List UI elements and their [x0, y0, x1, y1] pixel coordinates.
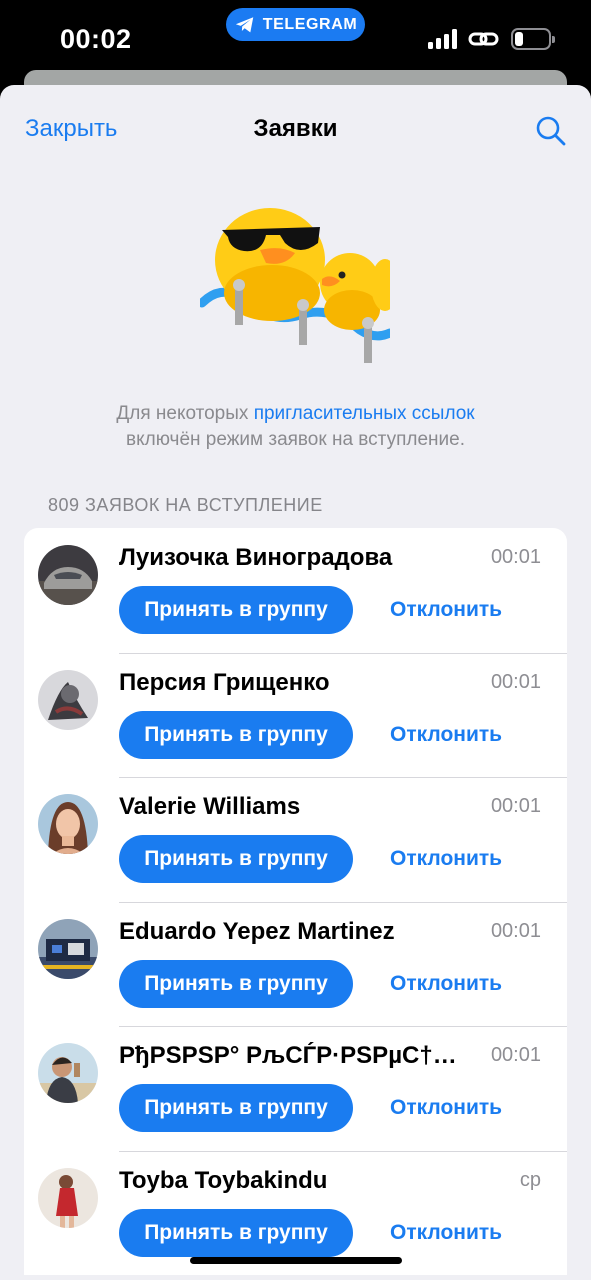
woman-portrait-icon — [38, 794, 98, 854]
decline-button[interactable]: Отклонить — [390, 972, 502, 996]
avatar[interactable] — [38, 794, 98, 854]
decline-button[interactable]: Отклонить — [390, 723, 502, 747]
decline-button[interactable]: Отклонить — [390, 847, 502, 871]
requester-name: Valerie Williams — [119, 793, 301, 820]
telegram-pill-label: TELEGRAM — [262, 15, 358, 33]
requests-sheet: Закрыть Заявки Для некоторых пригласител… — [0, 85, 591, 1280]
invite-links-link[interactable]: пригласительных ссылок — [254, 403, 475, 424]
link-icon — [468, 32, 499, 46]
cellular-signal-icon — [428, 29, 457, 49]
request-time: 00:01 — [490, 919, 541, 942]
info-suffix: включён режим заявок на вступление. — [126, 429, 465, 450]
request-time: 00:01 — [490, 670, 541, 693]
telegram-pill[interactable]: TELEGRAM — [226, 8, 365, 41]
section-header: 809 ЗАЯВОК НА ВСТУПЛЕНИЕ — [48, 495, 323, 515]
requester-name: Eduardo Yepez Martinez — [119, 917, 395, 945]
avatar[interactable] — [38, 545, 98, 605]
garage-photo-icon — [38, 918, 98, 979]
requester-name: РђРЅРЅР° РљСЃР·РЅРµС†… — [119, 1042, 457, 1069]
decline-button[interactable]: Отклонить — [390, 598, 502, 622]
list-item[interactable]: РђРЅРЅР° РљСЃР·РЅРµС†… 00:01 Принять в г… — [24, 1026, 567, 1151]
status-icons — [428, 28, 555, 50]
request-time: 00:01 — [490, 1044, 541, 1066]
avatar[interactable] — [38, 1043, 98, 1103]
decline-button[interactable]: Отклонить — [390, 1221, 502, 1245]
requester-name: Луизочка Виноградова — [119, 544, 393, 571]
navigation-bar: Закрыть Заявки — [0, 85, 591, 175]
avatar[interactable] — [38, 918, 98, 979]
info-prefix: Для некоторых — [116, 403, 254, 424]
accept-button[interactable]: Принять в группу — [119, 835, 353, 883]
list-item[interactable]: Персия Грищенко 00:01 Принять в группу О… — [24, 652, 567, 778]
duck-sticker-image — [200, 208, 390, 363]
accept-button[interactable]: Принять в группу — [119, 710, 353, 759]
battery-icon — [511, 28, 555, 50]
accept-button[interactable]: Принять в группу — [119, 959, 353, 1008]
car-photo-icon — [38, 545, 98, 605]
man-portrait-icon — [38, 1043, 98, 1103]
requests-list: Луизочка Виноградова 00:01 Принять в гру… — [24, 528, 567, 1275]
telegram-plane-icon — [235, 16, 253, 32]
request-time: 00:01 — [490, 795, 541, 817]
avatar[interactable] — [38, 1167, 98, 1228]
list-item[interactable]: Луизочка Виноградова 00:01 Принять в гру… — [24, 528, 567, 653]
list-item[interactable]: Valerie Williams 00:01 Принять в группу … — [24, 777, 567, 902]
decline-button[interactable]: Отклонить — [390, 1096, 502, 1120]
request-time: ср — [519, 1168, 541, 1191]
search-icon[interactable] — [535, 115, 567, 147]
request-time: 00:01 — [490, 546, 541, 568]
requester-name: Toyba Toybakindu — [119, 1166, 328, 1194]
list-item[interactable]: Eduardo Yepez Martinez 00:01 Принять в г… — [24, 901, 567, 1027]
accept-button[interactable]: Принять в группу — [119, 1208, 353, 1257]
status-bar: 00:02 TELEGRAM — [0, 0, 591, 72]
accept-button[interactable]: Принять в группу — [119, 1084, 353, 1132]
page-title: Заявки — [253, 115, 338, 142]
abstract-photo-icon — [38, 669, 98, 730]
accept-button[interactable]: Принять в группу — [119, 586, 353, 634]
woman-red-dress-icon — [38, 1167, 98, 1228]
requester-name: Персия Грищенко — [119, 668, 330, 696]
home-indicator[interactable] — [190, 1257, 402, 1264]
avatar[interactable] — [38, 669, 98, 730]
info-text: Для некоторых пригласительных ссылок вкл… — [0, 401, 591, 453]
status-time: 00:02 — [60, 24, 132, 54]
